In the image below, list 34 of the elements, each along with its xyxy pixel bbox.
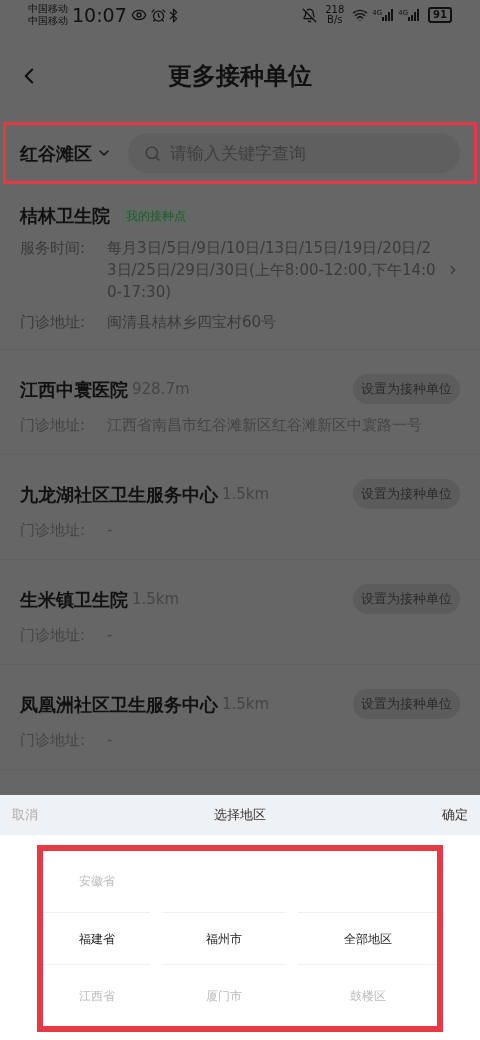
picker-option[interactable]: 鼓楼区 — [349, 986, 386, 1005]
search-icon — [144, 144, 161, 162]
carrier-label: 中国移动 — [28, 15, 68, 27]
clinic-address: - — [107, 520, 114, 541]
picker-option[interactable]: 福建省 — [79, 929, 115, 948]
picker-option[interactable]: 江西省 — [79, 986, 115, 1005]
clinic-address: - — [107, 625, 114, 646]
speed-label: 218 — [325, 5, 345, 15]
picker-option[interactable]: 全部地区 — [343, 929, 392, 948]
site-name: 凤凰洲社区卫生服务中心 — [20, 692, 218, 717]
site-name: 江西中寰医院 — [20, 377, 128, 402]
region-dropdown[interactable]: 红谷滩区 — [20, 139, 112, 167]
page-title: 更多接种单位 — [168, 61, 312, 92]
alarm-icon — [150, 7, 166, 23]
confirm-button[interactable]: 确定 — [442, 805, 468, 825]
cancel-button[interactable]: 取消 — [12, 805, 38, 825]
clinic-address: - — [107, 730, 114, 751]
picker-option[interactable]: 福州市 — [206, 929, 242, 948]
site-name: 生米镇卫生院 — [20, 587, 128, 612]
signal-icon — [408, 9, 421, 21]
speed-label: B/s — [327, 15, 343, 25]
wifi-icon — [352, 7, 369, 23]
battery-indicator: 91 — [428, 7, 452, 23]
picker-option[interactable]: 安徽省 — [79, 872, 115, 891]
picker-title: 选择地区 — [214, 806, 266, 825]
bell-off-icon — [302, 7, 318, 23]
my-site-tag: 我的接种点 — [122, 206, 190, 225]
site-name: 桔林卫生院 — [20, 204, 110, 228]
picker-option[interactable]: 厦门市 — [206, 986, 242, 1005]
eye-icon — [130, 7, 147, 23]
clock-time: 10:07 — [72, 2, 127, 28]
signal-icon — [382, 9, 395, 21]
site-name: 九龙湖社区卫生服务中心 — [20, 482, 218, 507]
carrier-label: 中国移动 — [28, 3, 68, 15]
